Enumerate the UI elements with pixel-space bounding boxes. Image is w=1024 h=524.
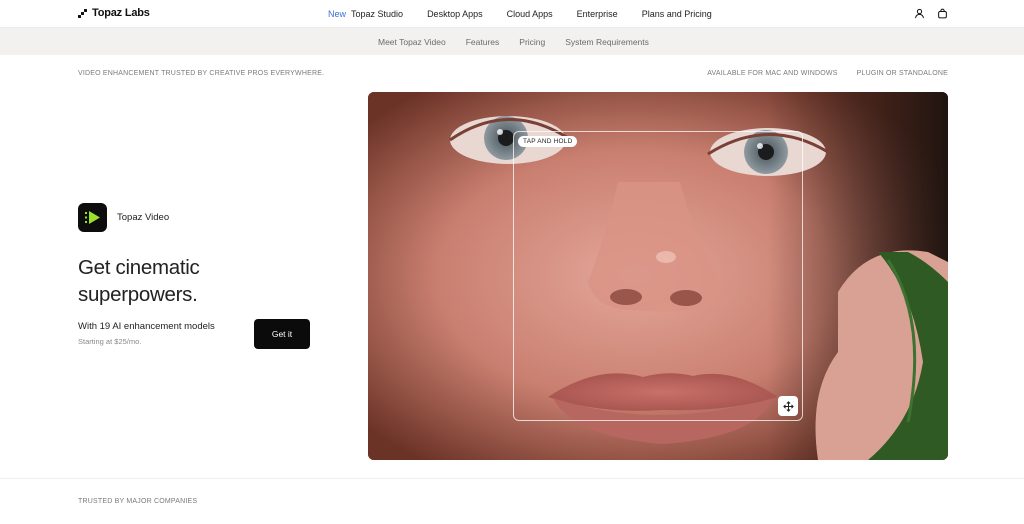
app-badge: Topaz Video (78, 203, 169, 232)
models-count: With 19 AI enhancement models (78, 321, 215, 332)
tap-and-hold-label: TAP AND HOLD (518, 136, 578, 147)
trusted-heading: TRUSTED BY MAJOR COMPANIES (78, 498, 198, 505)
app-name: Topaz Video (117, 212, 170, 223)
comparison-selector[interactable]: TAP AND HOLD (513, 131, 803, 421)
nav-topaz-studio[interactable]: Topaz Studio (351, 9, 403, 19)
subnav-pricing[interactable]: Pricing (519, 37, 545, 47)
new-badge: New (328, 9, 347, 19)
plugin-note: PLUGIN OR STANDALONE (856, 70, 948, 77)
top-navigation: Topaz Labs New Topaz Studio Desktop Apps… (0, 0, 1024, 28)
nav-enterprise[interactable]: Enterprise (577, 9, 618, 19)
get-it-button[interactable]: Get it (254, 319, 310, 349)
brand-logo[interactable]: Topaz Labs (78, 7, 150, 19)
subnav-meet-topaz-video[interactable]: Meet Topaz Video (378, 37, 446, 47)
logo-mark-icon (78, 8, 87, 18)
account-actions (914, 8, 948, 19)
nav-plans-and-pricing[interactable]: Plans and Pricing (642, 9, 712, 19)
hero-title: Get cinematic superpowers. (78, 256, 200, 306)
platform-note: AVAILABLE FOR MAC AND WINDOWS (707, 70, 838, 77)
nav-desktop-apps[interactable]: Desktop Apps (427, 9, 483, 19)
subnav-features[interactable]: Features (466, 37, 500, 47)
move-icon[interactable] (778, 396, 798, 416)
starting-price: Starting at $25/mo. (78, 337, 142, 346)
main-menu: New Topaz Studio Desktop Apps Cloud Apps… (328, 9, 712, 19)
brand-name: Topaz Labs (92, 7, 150, 19)
hero-comparison-image: TAP AND HOLD (368, 92, 948, 460)
section-divider (0, 478, 1024, 479)
user-icon[interactable] (914, 8, 925, 19)
hero-subtext: With 19 AI enhancement models Starting a… (78, 321, 215, 346)
product-subnav: Meet Topaz Video Features Pricing System… (0, 28, 1024, 55)
bag-icon[interactable] (937, 8, 948, 19)
tagline: VIDEO ENHANCEMENT TRUSTED BY CREATIVE PR… (78, 70, 325, 77)
subnav-system-requirements[interactable]: System Requirements (565, 37, 649, 47)
topaz-video-app-icon (78, 203, 107, 232)
nav-cloud-apps[interactable]: Cloud Apps (507, 9, 553, 19)
